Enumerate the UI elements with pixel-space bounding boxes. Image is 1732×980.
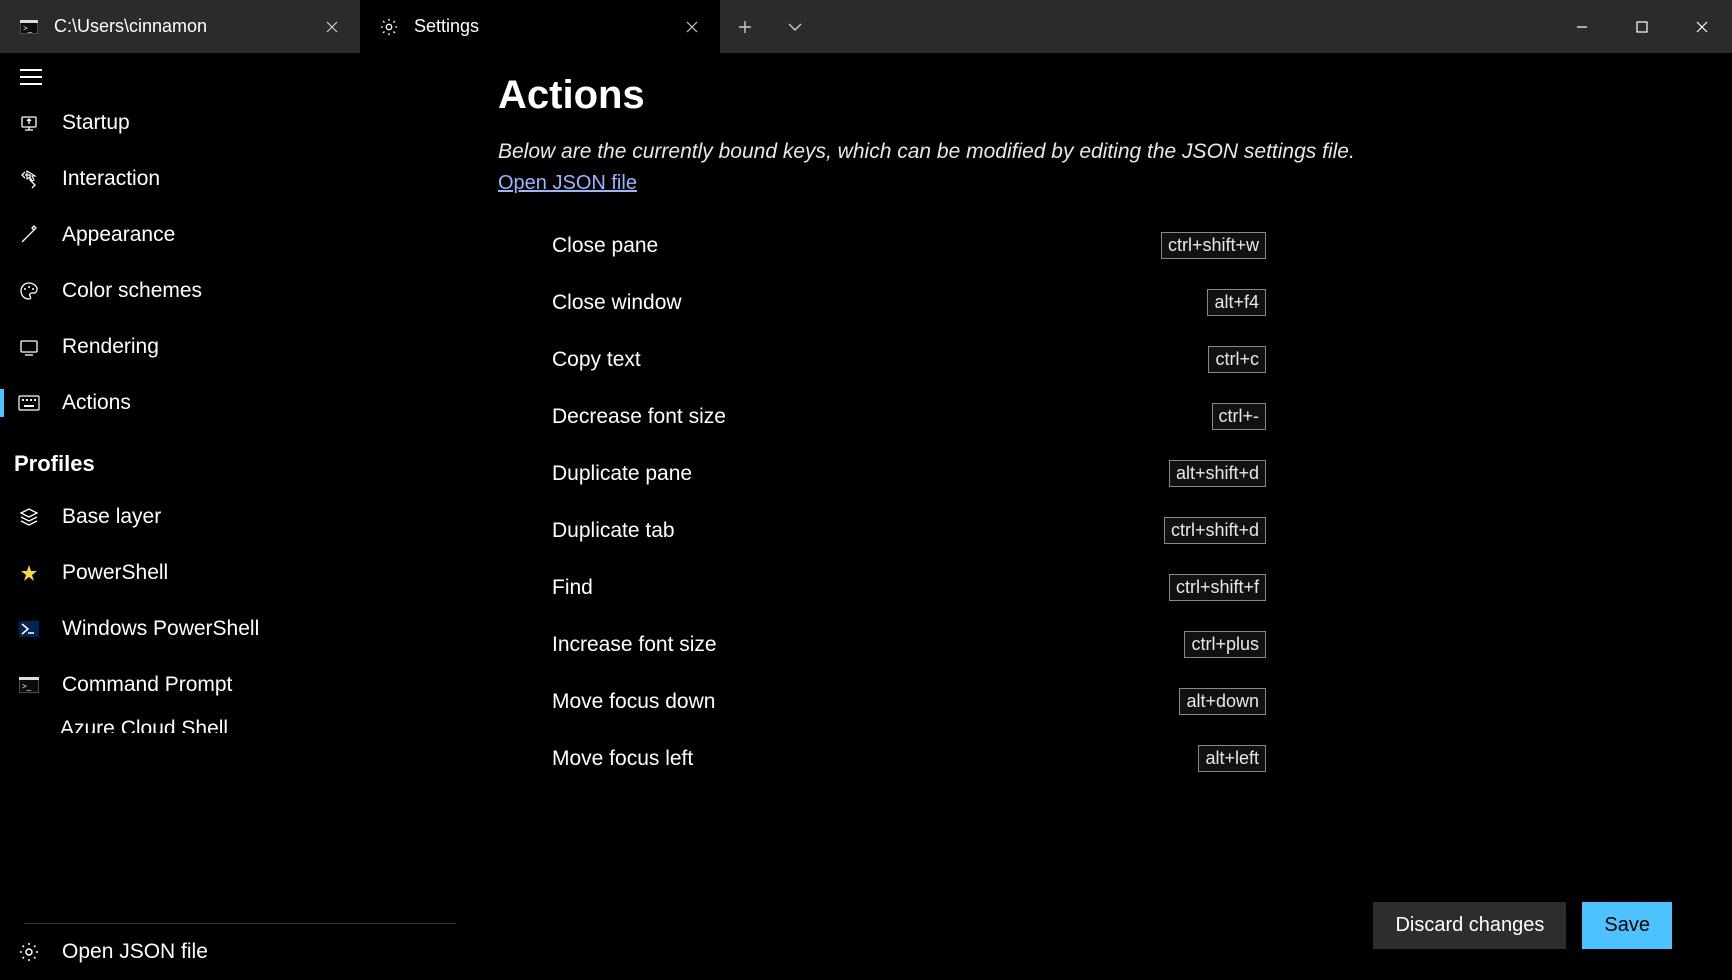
profiles-header: Profiles xyxy=(0,431,480,489)
winpowershell-icon xyxy=(18,618,40,640)
sidebar-item-rendering[interactable]: Rendering xyxy=(0,319,480,375)
sidebar-item-startup[interactable]: Startup xyxy=(0,95,480,151)
layers-icon xyxy=(18,506,40,528)
open-json-link[interactable]: Open JSON file xyxy=(498,172,637,195)
action-row: Duplicate tab ctrl+shift+d xyxy=(498,502,1266,559)
action-name: Move focus down xyxy=(552,690,1179,714)
sidebar-profile-cmd[interactable]: >_ Command Prompt xyxy=(0,657,480,713)
action-row: Find ctrl+shift+f xyxy=(498,559,1266,616)
startup-icon xyxy=(18,112,40,134)
powershell-icon xyxy=(18,562,40,584)
action-name: Close pane xyxy=(552,234,1161,258)
gear-icon xyxy=(380,18,398,36)
appearance-icon xyxy=(18,224,40,246)
page-description: Below are the currently bound keys, whic… xyxy=(498,140,1732,164)
action-row: Duplicate pane alt+shift+d xyxy=(498,445,1266,502)
sidebar-item-label: Command Prompt xyxy=(62,673,232,697)
keybind: ctrl+shift+w xyxy=(1161,232,1266,259)
sidebar-item-label: Interaction xyxy=(62,167,160,191)
tab-terminal[interactable]: >_ C:\Users\cinnamon xyxy=(0,0,360,53)
maximize-button[interactable] xyxy=(1612,0,1672,53)
action-name: Close window xyxy=(552,291,1207,315)
svg-text:>_: >_ xyxy=(22,682,32,691)
sidebar-open-json[interactable]: Open JSON file xyxy=(0,924,480,980)
tab-dropdown-button[interactable] xyxy=(770,0,820,53)
gear-icon xyxy=(18,941,40,963)
tab-title: Settings xyxy=(414,16,664,37)
interaction-icon xyxy=(18,168,40,190)
sidebar-item-label: Actions xyxy=(62,391,131,415)
keybind: ctrl+plus xyxy=(1184,631,1266,658)
discard-button[interactable]: Discard changes xyxy=(1373,902,1566,949)
sidebar-item-appearance[interactable]: Appearance xyxy=(0,207,480,263)
action-row: Decrease font size ctrl+- xyxy=(498,388,1266,445)
action-row: Move focus down alt+down xyxy=(498,673,1266,730)
keybind: alt+shift+d xyxy=(1169,460,1266,487)
window-controls xyxy=(1552,0,1732,53)
action-row: Move focus left alt+left xyxy=(498,730,1266,787)
save-button[interactable]: Save xyxy=(1582,902,1672,949)
action-name: Move focus left xyxy=(552,747,1198,771)
sidebar-profile-powershell[interactable]: PowerShell xyxy=(0,545,480,601)
sidebar-item-label: Base layer xyxy=(62,505,161,529)
close-window-button[interactable] xyxy=(1672,0,1732,53)
minimize-button[interactable] xyxy=(1552,0,1612,53)
sidebar-item-label: Windows PowerShell xyxy=(62,617,259,641)
palette-icon xyxy=(18,280,40,302)
tab-actions xyxy=(720,0,820,53)
tab-settings[interactable]: Settings xyxy=(360,0,720,53)
sidebar-item-interaction[interactable]: Interaction xyxy=(0,151,480,207)
page-title: Actions xyxy=(498,73,1732,118)
action-row: Close window alt+f4 xyxy=(498,274,1266,331)
content: Actions Below are the currently bound ke… xyxy=(480,53,1732,980)
keybind: alt+left xyxy=(1198,745,1266,772)
action-name: Duplicate tab xyxy=(552,519,1164,543)
tab-title: C:\Users\cinnamon xyxy=(54,16,304,37)
action-row: Copy text ctrl+c xyxy=(498,331,1266,388)
cmd-icon: >_ xyxy=(18,674,40,696)
keybind: ctrl+c xyxy=(1208,346,1266,373)
keybind: ctrl+- xyxy=(1212,403,1267,430)
titlebar: >_ C:\Users\cinnamon Settings xyxy=(0,0,1732,53)
close-icon[interactable] xyxy=(320,15,344,39)
new-tab-button[interactable] xyxy=(720,0,770,53)
keybind: alt+down xyxy=(1179,688,1266,715)
svg-text:>_: >_ xyxy=(23,24,33,33)
sidebar-item-label: PowerShell xyxy=(62,561,168,585)
action-name: Decrease font size xyxy=(552,405,1212,429)
sidebar-profile-azure-cut[interactable]: Azure Cloud Shell xyxy=(0,713,480,733)
action-name: Copy text xyxy=(552,348,1208,372)
keybind: alt+f4 xyxy=(1207,289,1266,316)
sidebar-profile-winpowershell[interactable]: Windows PowerShell xyxy=(0,601,480,657)
action-name: Duplicate pane xyxy=(552,462,1169,486)
keyboard-icon xyxy=(18,392,40,414)
sidebar-item-actions[interactable]: Actions xyxy=(0,375,480,431)
action-name: Find xyxy=(552,576,1169,600)
sidebar-profile-baselayer[interactable]: Base layer xyxy=(0,489,480,545)
rendering-icon xyxy=(18,336,40,358)
action-row: Close pane ctrl+shift+w xyxy=(498,217,1266,274)
sidebar-item-label: Rendering xyxy=(62,335,159,359)
sidebar-item-label: Color schemes xyxy=(62,279,202,303)
hamburger-button[interactable] xyxy=(0,53,480,95)
sidebar-item-colorschemes[interactable]: Color schemes xyxy=(0,263,480,319)
terminal-icon: >_ xyxy=(20,18,38,36)
actions-list: Close pane ctrl+shift+w Close window alt… xyxy=(498,217,1732,787)
sidebar: Startup Interaction Appearance Color sch… xyxy=(0,53,480,980)
keybind: ctrl+shift+f xyxy=(1169,574,1266,601)
close-icon[interactable] xyxy=(680,15,704,39)
action-name: Increase font size xyxy=(552,633,1184,657)
keybind: ctrl+shift+d xyxy=(1164,517,1266,544)
sidebar-item-label: Appearance xyxy=(62,223,175,247)
footer: Discard changes Save xyxy=(480,870,1732,980)
sidebar-item-label: Open JSON file xyxy=(62,940,208,964)
hamburger-icon xyxy=(20,69,42,85)
action-row: Increase font size ctrl+plus xyxy=(498,616,1266,673)
sidebar-item-label: Startup xyxy=(62,111,130,135)
